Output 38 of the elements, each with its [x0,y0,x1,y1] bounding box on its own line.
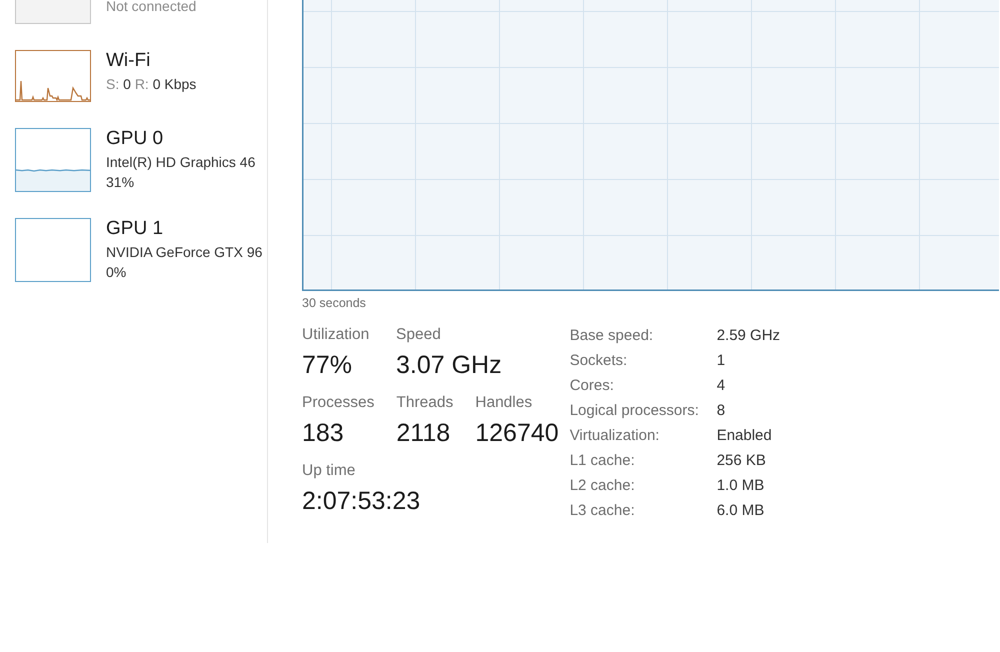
item-subtitle: Not connected [106,0,196,16]
detail-label: Virtualization: [570,426,660,446]
item-subtitle: NVIDIA GeForce GTX 96 [106,243,262,262]
stat-value: 77% [302,350,352,381]
detail-label: Cores: [570,376,614,396]
stat-label: Handles [475,393,532,413]
detail-label: Sockets: [570,351,628,371]
item-title: GPU 1 [106,218,164,240]
detail-value: 8 [716,401,726,421]
detail-label: L2 cache: [570,476,635,496]
item-reading: 0% [106,263,128,282]
detail-label: Logical processors: [570,401,699,421]
item-reading: 31% [106,173,136,192]
stat-label: Speed [396,325,441,345]
detail-label: L1 cache: [570,451,635,471]
detail-label: L3 cache: [570,501,635,521]
detail-value: 2.59 GHz [716,326,780,346]
detail-value: Enabled [716,426,772,446]
item-title: GPU 0 [106,128,164,150]
stat-value: 2118 [396,418,450,449]
stat-label: Utilization [302,325,370,345]
detail-value: 1 [716,351,726,371]
detail-label: Base speed: [570,326,654,346]
item-title: Wi-Fi [106,50,152,72]
detail-value: 6.0 MB [716,501,764,521]
stat-label: Processes [302,393,374,413]
item-subtitle: S: 0 R: 0 Kbps [106,75,196,94]
detail-value: 1.0 MB [716,476,764,496]
stat-value: 2:07:53:23 [302,486,420,517]
stat-value: 3.07 GHz [396,350,502,381]
time-span-label: 30 seconds [302,295,366,311]
stat-label: Threads [396,393,454,413]
detail-value: 256 KB [716,451,766,471]
stat-label: Up time [302,461,356,481]
detail-value: 4 [716,376,726,396]
stat-value: 126740 [475,418,559,449]
stat-value: 183 [302,418,344,449]
item-subtitle: Intel(R) HD Graphics 46 [106,153,256,172]
